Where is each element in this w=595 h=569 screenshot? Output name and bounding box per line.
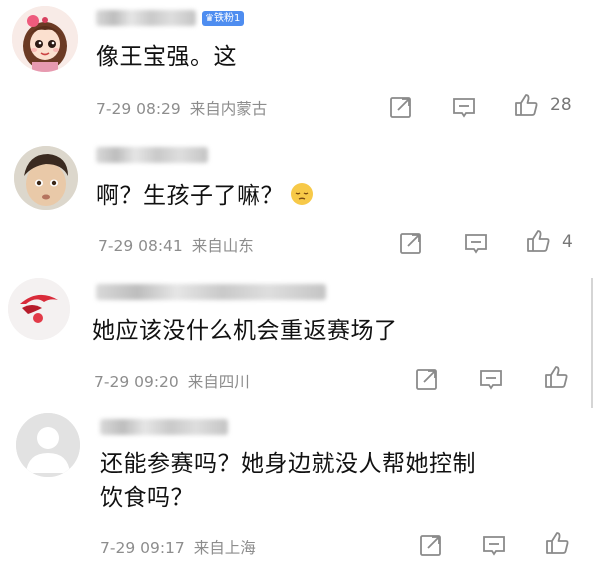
comment-meta: 7-29 09:17 来自上海 — [100, 536, 256, 558]
pensive-face-icon — [291, 183, 313, 205]
comment-date: 7-29 08:41 — [98, 237, 183, 255]
default-user-avatar-icon — [16, 413, 80, 477]
comment-location: 来自内蒙古 — [189, 100, 268, 118]
comment-location: 来自山东 — [191, 237, 254, 255]
comment-location: 来自上海 — [193, 539, 256, 557]
comment-icon[interactable] — [478, 366, 504, 392]
comment-text: 她应该没什么机会重返赛场了 — [92, 318, 398, 344]
comment-text: 像王宝强。这 — [96, 44, 237, 70]
comment-text: 啊？生孩子了嘛？ — [96, 179, 314, 213]
share-icon[interactable] — [398, 230, 424, 256]
comment-item: 啊？生孩子了嘛？ 7-29 08:41 来自山东 4 — [0, 135, 595, 270]
comment-text: 还能参赛吗？她身边就没人帮她控制 饮食吗？ — [100, 447, 476, 515]
comment-location: 来自四川 — [187, 373, 250, 391]
comment-date: 7-29 08:29 — [96, 100, 181, 118]
comment-item: 还能参赛吗？她身边就没人帮她控制 饮食吗？ 7-29 09:17 来自上海 — [0, 405, 595, 569]
avatar[interactable] — [16, 413, 80, 477]
share-icon[interactable] — [414, 366, 440, 392]
comment-text-content: 啊？生孩子了嘛？ — [96, 183, 284, 209]
share-icon[interactable] — [418, 532, 444, 558]
thumbs-up-icon[interactable] — [544, 530, 570, 556]
comment-item: 她应该没什么机会重返赛场了 7-29 09:20 来自四川 — [0, 270, 595, 405]
comment-date: 7-29 09:17 — [100, 539, 185, 557]
comment-icon[interactable] — [451, 94, 477, 120]
comment-meta: 7-29 09:20 来自四川 — [94, 370, 250, 392]
username-redacted[interactable] — [96, 147, 208, 163]
thumbs-up-icon[interactable] — [525, 228, 551, 254]
red-logo-avatar-icon — [8, 278, 70, 340]
fan-badge-label: 铁粉1 — [213, 13, 241, 24]
comment-text-line-1: 还能参赛吗？她身边就没人帮她控制 — [100, 451, 476, 477]
username-redacted[interactable] — [96, 284, 326, 300]
avatar[interactable] — [14, 146, 78, 210]
avatar[interactable] — [12, 6, 78, 72]
comment-text-line-2: 饮食吗？ — [100, 485, 194, 511]
like-count: 4 — [562, 232, 573, 252]
share-icon[interactable] — [388, 94, 414, 120]
avatar[interactable] — [8, 278, 70, 340]
thumbs-up-icon[interactable] — [513, 92, 539, 118]
child-photo-avatar-icon — [14, 146, 78, 210]
fan-badge: ♛铁粉1 — [202, 11, 245, 26]
comment-icon[interactable] — [463, 230, 489, 256]
comment-meta: 7-29 08:41 来自山东 — [98, 234, 254, 256]
comment-meta: 7-29 08:29 来自内蒙古 — [96, 97, 267, 119]
cartoon-girl-avatar-icon — [12, 6, 78, 72]
thumbs-up-icon[interactable] — [543, 364, 569, 390]
scrollbar[interactable] — [591, 278, 593, 408]
comment-item: ♛铁粉1 像王宝强。这 7-29 08:29 来自内蒙古 28 — [0, 0, 595, 135]
like-count: 28 — [550, 95, 572, 115]
comment-date: 7-29 09:20 — [94, 373, 179, 391]
comment-icon[interactable] — [481, 532, 507, 558]
fan-badge-icon: ♛ — [205, 13, 214, 24]
username-redacted[interactable] — [96, 10, 196, 26]
username-redacted[interactable] — [100, 419, 228, 435]
